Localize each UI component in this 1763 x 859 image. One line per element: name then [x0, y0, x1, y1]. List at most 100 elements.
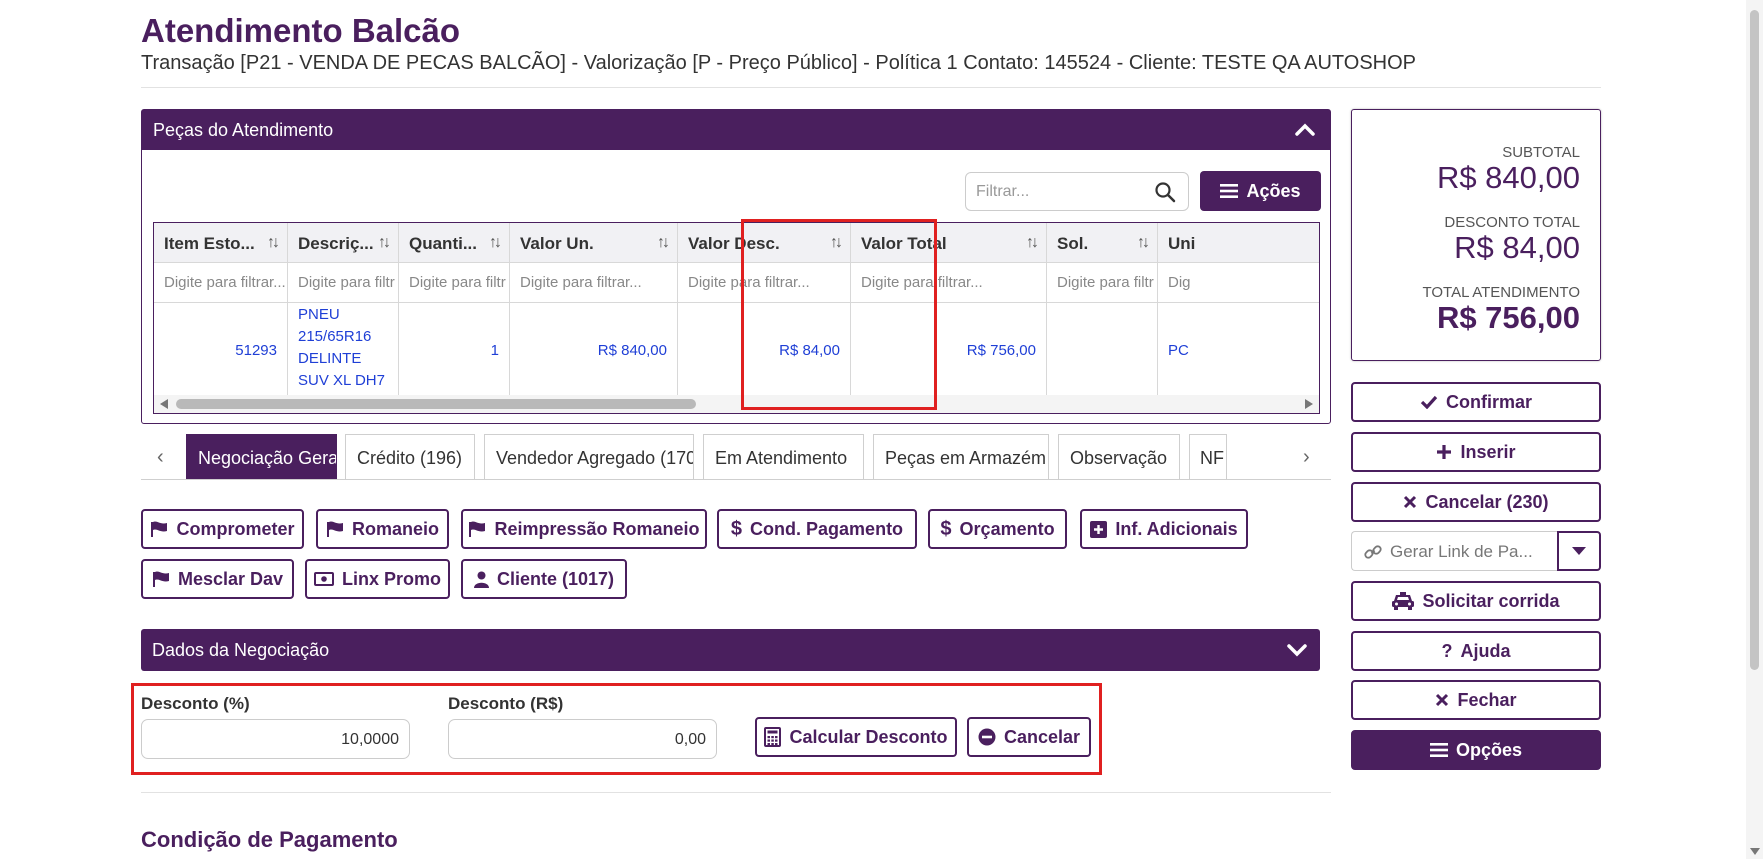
scrollbar-thumb[interactable] — [176, 399, 696, 409]
grid-header[interactable]: Sol. ↑↓ — [1047, 223, 1157, 263]
orcamento-button[interactable]: $ Orçamento — [928, 509, 1067, 549]
highlight-box — [741, 219, 937, 410]
flag-icon — [326, 521, 343, 537]
tab-bar: ‹ Negociação Geral Crédito (196) Vendedo… — [141, 434, 1331, 480]
inf-adicionais-button[interactable]: Inf. Adicionais — [1080, 509, 1248, 549]
menu-icon — [1220, 184, 1239, 198]
dados-negociacao-title: Dados da Negociação — [152, 640, 330, 660]
dollar-icon: $ — [730, 517, 743, 540]
opcoes-button[interactable]: Opções — [1351, 730, 1601, 770]
total-atendimento-value: R$ 756,00 — [1436, 300, 1580, 335]
scroll-down-icon[interactable] — [1750, 848, 1760, 855]
flag-icon — [469, 521, 486, 537]
gerar-link-pagamento-input[interactable]: Gerar Link de Pa... — [1351, 531, 1557, 571]
condicao-pagamento-title: Condição de Pagamento — [141, 827, 398, 852]
vertical-scrollbar[interactable] — [1746, 0, 1763, 859]
chevron-up-icon[interactable] — [1294, 119, 1316, 141]
pecas-panel-header[interactable]: Peças do Atendimento — [142, 110, 1330, 150]
grid-header[interactable]: Descriç... ↑↓ — [288, 223, 398, 263]
dados-negociacao-header[interactable]: Dados da Negociação — [141, 629, 1320, 671]
flag-icon — [151, 521, 168, 537]
highlight-box — [131, 683, 1102, 775]
taxi-icon — [1392, 592, 1415, 610]
subtotal-label: SUBTOTAL — [1502, 144, 1580, 161]
search-icon[interactable] — [1154, 181, 1176, 203]
tab-nf[interactable]: NF — [1189, 434, 1227, 479]
mesclar-dav-button[interactable]: Mesclar Dav — [141, 559, 294, 599]
grid-column-filter[interactable]: Dig — [1158, 263, 1319, 303]
tab-em-atendimento[interactable]: Em Atendimento — [703, 434, 864, 479]
close-icon — [1404, 495, 1417, 509]
cond-pagamento-button[interactable]: $ Cond. Pagamento — [717, 509, 917, 549]
grid-header[interactable]: Quanti... ↑↓ — [399, 223, 509, 263]
cliente-button[interactable]: Cliente (1017) — [461, 559, 627, 599]
scrollbar-thumb[interactable] — [1750, 10, 1759, 670]
subtotal-value: R$ 840,00 — [1436, 160, 1580, 195]
linx-promo-button[interactable]: Linx Promo — [305, 559, 450, 599]
grid-column-unidade: Uni Dig PC — [1158, 223, 1319, 397]
gerar-link-dropdown-button[interactable] — [1557, 531, 1601, 571]
totals-panel: SUBTOTAL R$ 840,00 DESCONTO TOTAL R$ 84,… — [1351, 109, 1601, 361]
grid-cell[interactable] — [1047, 303, 1157, 397]
link-icon — [1364, 545, 1382, 559]
flag-icon — [152, 571, 169, 587]
grid-column-filter[interactable]: Digite para filtrar... — [510, 263, 677, 303]
close-icon — [1436, 693, 1449, 707]
grid-column-item-estoque: Item Esto... ↑↓ Digite para filtrar... 51… — [154, 223, 288, 397]
grid-column-filter[interactable]: Digite para filtr — [1047, 263, 1157, 303]
chevron-right-icon[interactable]: › — [1303, 446, 1310, 469]
comprometer-button[interactable]: Comprometer — [141, 509, 304, 549]
grid-column-quantidade: Quanti... ↑↓ Digite para filtr 1 — [399, 223, 510, 397]
fechar-button[interactable]: Fechar — [1351, 680, 1601, 720]
plus-square-icon — [1090, 520, 1108, 538]
sort-icon[interactable]: ↑↓ — [657, 234, 670, 252]
page-title: Atendimento Balcão — [141, 12, 461, 49]
grid-header[interactable]: Valor Un. ↑↓ — [510, 223, 677, 263]
grid-column-valor-un: Valor Un. ↑↓ Digite para filtrar... R$ 84… — [510, 223, 678, 397]
grid-header[interactable]: Uni — [1158, 223, 1319, 263]
money-bill-icon — [313, 572, 334, 586]
grid-header[interactable]: Item Esto... ↑↓ — [154, 223, 287, 263]
tab-vendedor-agregado[interactable]: Vendedor Agregado (170) — [484, 434, 694, 479]
grid-cell[interactable]: 51293 — [154, 303, 287, 397]
tab-pecas-em-armazem[interactable]: Peças em Armazém — [873, 434, 1049, 479]
sort-icon[interactable]: ↑↓ — [378, 234, 391, 252]
sort-icon[interactable]: ↑↓ — [1137, 234, 1150, 252]
tab-credito[interactable]: Crédito (196) — [345, 434, 475, 479]
sort-icon[interactable]: ↑↓ — [489, 234, 502, 252]
horizontal-scrollbar[interactable] — [154, 395, 1319, 413]
scroll-right-icon[interactable] — [1305, 399, 1313, 409]
tab-negociacao-geral[interactable]: Negociação Geral — [186, 434, 337, 479]
tab-observacao[interactable]: Observação — [1058, 434, 1180, 479]
pecas-panel: Peças do Atendimento Filtrar... Ações It… — [141, 109, 1331, 424]
grid-filter-input[interactable]: Filtrar... — [965, 172, 1189, 211]
desconto-total-value: R$ 84,00 — [1454, 230, 1580, 265]
chevron-left-icon[interactable]: ‹ — [157, 446, 164, 469]
romaneio-button[interactable]: Romaneio — [316, 509, 449, 549]
grid-cell[interactable]: PC — [1158, 303, 1319, 397]
dollar-icon: $ — [940, 517, 952, 540]
sort-icon[interactable]: ↑↓ — [1026, 234, 1039, 252]
grid-column-filter[interactable]: Digite para filtr — [399, 263, 509, 303]
pecas-panel-title: Peças do Atendimento — [153, 120, 334, 140]
acoes-button[interactable]: Ações — [1200, 171, 1321, 211]
cancelar-button[interactable]: Cancelar (230) — [1351, 482, 1601, 522]
grid-cell[interactable]: R$ 840,00 — [510, 303, 677, 397]
acoes-label: Ações — [1246, 180, 1301, 201]
grid-column-filter[interactable]: Digite para filtrar... — [154, 263, 287, 303]
user-icon — [473, 571, 489, 588]
ajuda-button[interactable]: ? Ajuda — [1351, 631, 1601, 671]
grid-cell[interactable]: 1 — [399, 303, 509, 397]
solicitar-corrida-button[interactable]: Solicitar corrida — [1351, 581, 1601, 621]
reimpressao-romaneio-button[interactable]: Reimpressão Romaneio — [461, 509, 707, 549]
divider — [141, 792, 1331, 793]
caret-down-icon — [1572, 547, 1586, 555]
grid-column-filter[interactable]: Digite para filtr — [288, 263, 398, 303]
chevron-down-icon[interactable] — [1286, 639, 1308, 661]
grid-cell[interactable]: PNEU 215/65R16 DELINTE SUV XL DH7 102H — [288, 303, 398, 411]
sort-icon[interactable]: ↑↓ — [267, 234, 280, 252]
desconto-total-label: DESCONTO TOTAL — [1444, 214, 1580, 231]
scroll-left-icon[interactable] — [160, 399, 168, 409]
confirmar-button[interactable]: Confirmar — [1351, 382, 1601, 422]
inserir-button[interactable]: Inserir — [1351, 432, 1601, 472]
